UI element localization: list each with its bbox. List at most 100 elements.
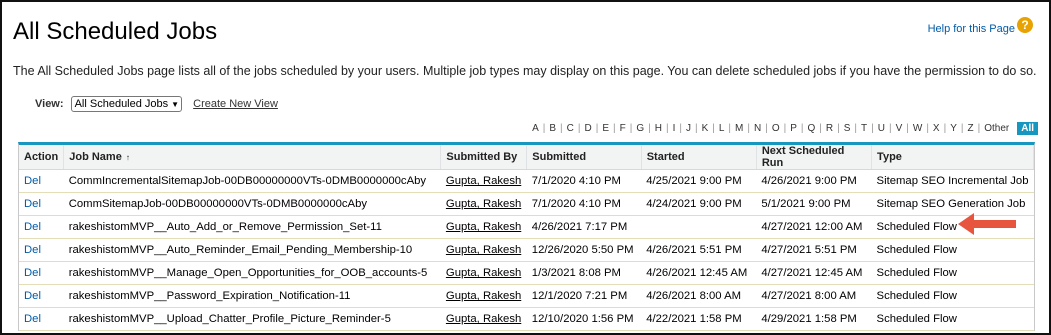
row-submitted-by-link[interactable]: Gupta, Rakesh — [440, 261, 527, 285]
row-submitted: 7/1/2020 4:10 PM — [526, 169, 642, 193]
row-delete-link[interactable]: Del — [19, 215, 64, 239]
view-select[interactable]: All Scheduled Jobs ▼ — [70, 96, 183, 112]
delete-link[interactable]: Del — [24, 290, 41, 302]
page-description: The All Scheduled Jobs page lists all of… — [13, 64, 1037, 78]
row-submitted: 7/1/2020 4:10 PM — [526, 192, 642, 216]
row-type: Scheduled Flow — [871, 238, 1034, 262]
row-started: 4/22/2021 1:58 PM — [641, 307, 757, 331]
alpha-filter-u[interactable]: U — [874, 123, 889, 134]
col-action: Action — [19, 145, 65, 170]
alpha-filter-all[interactable]: All — [1017, 122, 1038, 135]
alpha-filter-l[interactable]: L — [715, 123, 729, 134]
row-job-name: rakeshistomMVP__Auto_Add_or_Remove_Permi… — [63, 215, 441, 239]
row-started — [641, 215, 757, 239]
row-job-name: CommIncrementalSitemapJob-00DB00000000VT… — [63, 169, 441, 193]
sort-ascending-icon: ↑ — [125, 153, 130, 162]
row-submitted-by-link[interactable]: Gupta, Rakesh — [440, 307, 527, 331]
table-row: Del rakeshistomMVP__Password_Expiration_N… — [19, 284, 1034, 308]
help-link[interactable]: Help for this Page — [928, 23, 1015, 35]
alpha-filter-m[interactable]: M — [731, 123, 747, 134]
alpha-filter-p[interactable]: P — [786, 123, 801, 134]
chevron-down-icon: ▼ — [171, 100, 180, 109]
alpha-filter-a[interactable]: A — [528, 123, 543, 134]
alpha-filter-w[interactable]: W — [909, 123, 926, 134]
page-title: All Scheduled Jobs — [13, 18, 218, 45]
alpha-filter-o[interactable]: O — [768, 123, 784, 134]
col-job-name-label: Job Name — [69, 151, 122, 163]
alpha-filter-e[interactable]: E — [598, 123, 613, 134]
alpha-filter-x[interactable]: X — [929, 123, 944, 134]
alpha-filter-r[interactable]: R — [822, 123, 837, 134]
row-next-run: 5/1/2021 9:00 PM — [756, 192, 872, 216]
alpha-filter-k[interactable]: K — [698, 123, 713, 134]
row-next-run: 4/29/2021 1:58 PM — [756, 307, 872, 331]
row-job-name: rakeshistomMVP__Manage_Open_Opportunitie… — [63, 261, 441, 285]
alpha-filter-other[interactable]: Other — [980, 123, 1013, 134]
alphabet-filter: A | B | C | D | E | F | G | H | I | J | K | L | M | N | O | P | Q | R | S | T |… — [528, 122, 1038, 135]
row-next-run: 4/27/2021 8:00 AM — [756, 284, 872, 308]
delete-link[interactable]: Del — [24, 221, 41, 233]
jobs-table-container: Action Job Name ↑ Submitted By Submitted … — [18, 142, 1035, 331]
row-submitted-by-link[interactable]: Gupta, Rakesh — [440, 215, 527, 239]
alpha-filter-s[interactable]: S — [840, 123, 855, 134]
row-next-run: 4/27/2021 12:45 AM — [756, 261, 872, 285]
alpha-filter-d[interactable]: D — [581, 123, 596, 134]
row-next-run: 4/26/2021 9:00 PM — [756, 169, 872, 193]
view-label: View: — [35, 98, 64, 110]
row-submitted: 12/1/2020 7:21 PM — [526, 284, 642, 308]
alpha-filter-y[interactable]: Y — [946, 123, 961, 134]
row-submitted-by-link[interactable]: Gupta, Rakesh — [440, 192, 527, 216]
alpha-filter-n[interactable]: N — [750, 123, 765, 134]
view-row: View: All Scheduled Jobs ▼ Create New Vie… — [35, 96, 278, 112]
row-submitted-by-link[interactable]: Gupta, Rakesh — [440, 284, 527, 308]
help-icon[interactable]: ? — [1017, 17, 1033, 33]
alpha-filter-q[interactable]: Q — [804, 123, 820, 134]
col-started[interactable]: Started — [641, 145, 757, 170]
col-submitted-by[interactable]: Submitted By — [440, 145, 528, 170]
row-delete-link[interactable]: Del — [19, 261, 64, 285]
alpha-filter-z[interactable]: Z — [963, 123, 977, 134]
row-started: 4/26/2021 12:45 AM — [641, 261, 757, 285]
row-delete-link[interactable]: Del — [19, 192, 64, 216]
row-started: 4/25/2021 9:00 PM — [641, 169, 757, 193]
alpha-filter-g[interactable]: G — [632, 123, 648, 134]
col-job-name[interactable]: Job Name ↑ — [63, 145, 442, 170]
row-type: Scheduled Flow — [871, 261, 1034, 285]
alpha-filter-v[interactable]: V — [892, 123, 907, 134]
annotation-arrow-icon — [958, 213, 1016, 235]
delete-link[interactable]: Del — [24, 198, 41, 210]
create-new-view-link[interactable]: Create New View — [193, 98, 278, 110]
row-submitted-by-link[interactable]: Gupta, Rakesh — [440, 169, 527, 193]
col-next-run[interactable]: Next Scheduled Run — [756, 145, 873, 170]
row-submitted: 12/26/2020 5:50 PM — [526, 238, 642, 262]
alpha-filter-j[interactable]: J — [682, 123, 695, 134]
row-delete-link[interactable]: Del — [19, 307, 64, 331]
row-type: Sitemap SEO Incremental Job — [871, 169, 1034, 193]
row-delete-link[interactable]: Del — [19, 238, 64, 262]
alpha-filter-b[interactable]: B — [545, 123, 560, 134]
table-row: Del rakeshistomMVP__Auto_Add_or_Remove_Pe… — [19, 215, 1034, 239]
delete-link[interactable]: Del — [24, 175, 41, 187]
row-job-name: rakeshistomMVP__Auto_Reminder_Email_Pend… — [63, 238, 441, 262]
alpha-filter-c[interactable]: C — [563, 123, 578, 134]
col-type[interactable]: Type — [871, 145, 1034, 170]
col-submitted[interactable]: Submitted — [526, 145, 642, 170]
page-frame: All Scheduled Jobs Help for this Page ? … — [0, 0, 1051, 335]
delete-link[interactable]: Del — [24, 244, 41, 256]
row-submitted: 4/26/2021 7:17 PM — [526, 215, 642, 239]
row-delete-link[interactable]: Del — [19, 169, 64, 193]
alpha-filter-f[interactable]: F — [616, 123, 630, 134]
row-type: Scheduled Flow — [871, 284, 1034, 308]
row-job-name: rakeshistomMVP__Upload_Chatter_Profile_P… — [63, 307, 441, 331]
delete-link[interactable]: Del — [24, 267, 41, 279]
alpha-filter-t[interactable]: T — [857, 123, 871, 134]
row-submitted: 12/10/2020 1:56 PM — [526, 307, 642, 331]
alpha-filter-i[interactable]: I — [669, 123, 680, 134]
row-delete-link[interactable]: Del — [19, 284, 64, 308]
row-submitted-by-link[interactable]: Gupta, Rakesh — [440, 238, 527, 262]
delete-link[interactable]: Del — [24, 313, 41, 325]
row-started: 4/26/2021 5:51 PM — [641, 238, 757, 262]
alpha-filter-h[interactable]: H — [651, 123, 666, 134]
table-row: Del rakeshistomMVP__Upload_Chatter_Profil… — [19, 307, 1034, 331]
table-row: Del rakeshistomMVP__Manage_Open_Opportuni… — [19, 261, 1034, 285]
